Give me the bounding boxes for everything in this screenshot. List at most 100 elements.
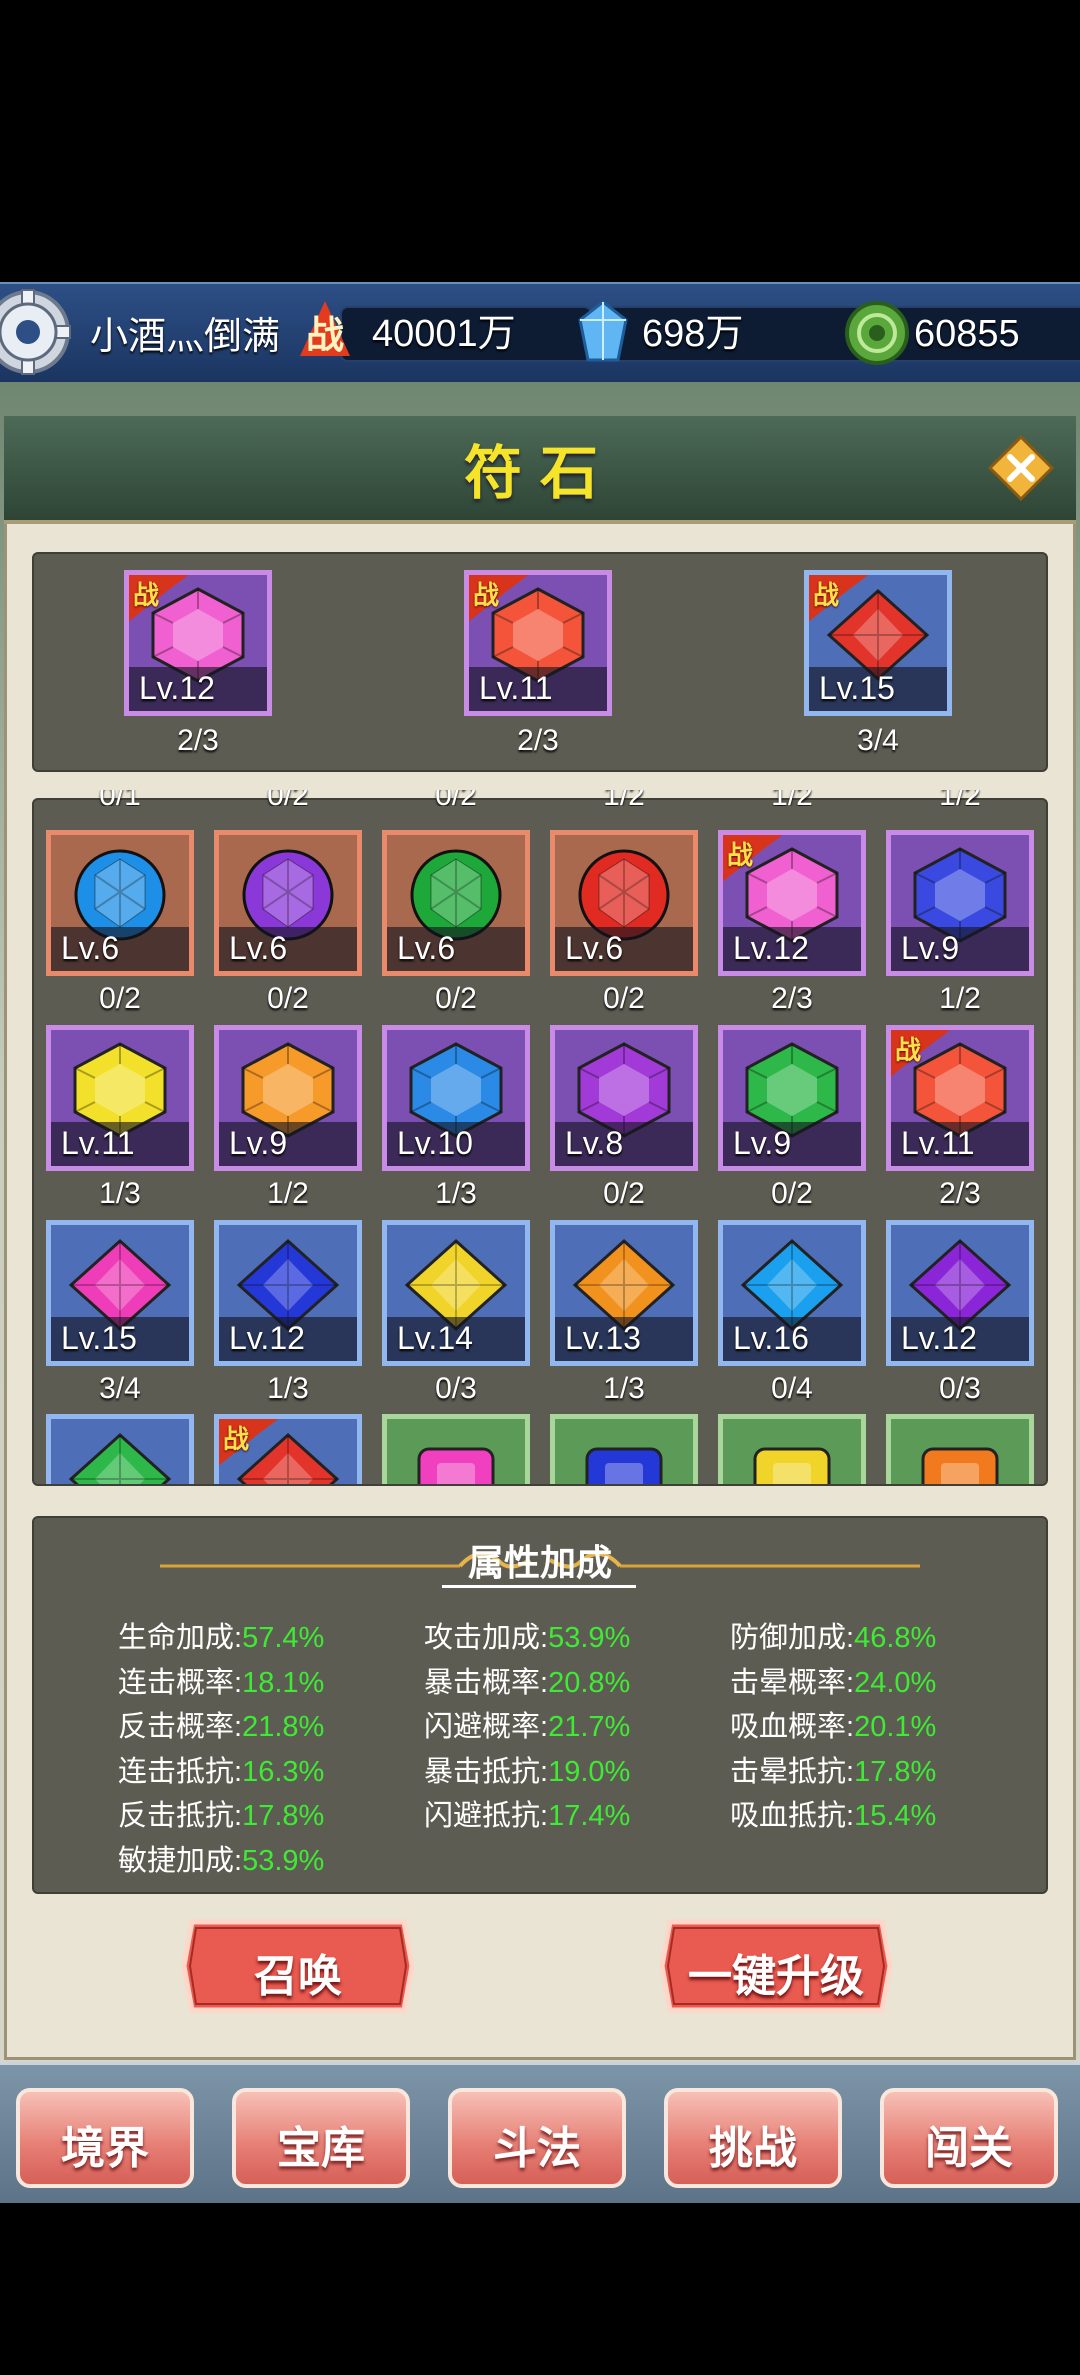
equipped-rune-slot[interactable]: Lv.12 战 [124,570,272,716]
attribute-item: 敏捷加成:53.9% [118,1837,324,1879]
rune-level: Lv.6 [565,930,624,966]
rune-slot[interactable]: Lv.15 [46,1220,194,1366]
rune-slot[interactable]: Lv.14 [382,1220,530,1366]
rune-level: Lv.9 [733,1125,792,1161]
rune-slot-partial[interactable] [46,1414,194,1484]
rune-slot[interactable]: Lv.11 战 [886,1025,1034,1171]
attribute-item: 闪避概率:21.7% [424,1703,630,1745]
rune-count-partial: 1/2 [886,790,1034,806]
rune-slot[interactable]: Lv.11 [46,1025,194,1171]
attribute-item: 攻击加成:53.9% [424,1614,630,1656]
rune-slot-partial[interactable]: 战 [214,1414,362,1484]
rune-count: 0/2 [603,1177,645,1210]
attribute-item: 连击概率:18.1% [118,1659,324,1701]
rune-count: 1/2 [267,1177,309,1210]
war-badge-icon: 战 [129,575,191,623]
rune-level: Lv.11 [479,670,553,706]
attribute-value: 20.1% [854,1711,937,1743]
war-badge-icon: 战 [809,575,871,623]
attribute-value: 15.4% [854,1800,937,1832]
rune-slot-partial[interactable] [382,1414,530,1484]
rune-count: 2/3 [771,982,813,1015]
equipped-rune-count: 2/3 [517,724,559,757]
rune-slot[interactable]: Lv.6 [382,830,530,976]
attribute-title-underline [442,1585,636,1588]
rune-slot[interactable]: Lv.6 [550,830,698,976]
rune-slot[interactable]: Lv.12 [886,1220,1034,1366]
rune-level: Lv.12 [229,1320,305,1356]
attribute-label: 防御加成: [730,1622,855,1654]
rune-gem-icon [753,1447,831,1484]
rune-count-partial: 1/2 [718,790,866,806]
rune-level: Lv.12 [901,1320,977,1356]
attribute-value: 21.7% [548,1711,631,1743]
attribute-title: 属性加成 [467,1542,612,1583]
rune-slot[interactable]: Lv.9 [886,830,1034,976]
rune-gem-icon [68,1432,172,1484]
rune-slot[interactable]: Lv.16 [718,1220,866,1366]
nav-label: 宝库 [277,2124,365,2173]
war-badge-icon: 战 [219,1419,281,1467]
attribute-item: 吸血概率:20.1% [730,1703,936,1745]
crystal-amount: 698万 [600,306,874,362]
rune-slot-partial[interactable] [886,1414,1034,1484]
attribute-item: 连击抵抗:16.3% [118,1748,324,1790]
attribute-label: 暴击概率: [424,1666,549,1699]
upgrade-all-button[interactable]: 一键升级 [660,1940,892,2004]
attribute-item: 防御加成:46.8% [730,1614,936,1656]
nav-label: 闯关 [925,2124,1013,2173]
rune-count: 0/2 [771,1177,813,1210]
battle-power-icon: 战 [300,301,350,357]
rune-slot[interactable]: Lv.13 [550,1220,698,1366]
rune-slot[interactable]: Lv.10 [382,1025,530,1171]
rune-slot[interactable]: Lv.6 [46,830,194,976]
rune-level: Lv.8 [565,1125,624,1161]
rune-slot[interactable]: Lv.6 [214,830,362,976]
attribute-value: 17.4% [548,1800,631,1832]
jade-coin-icon [845,301,909,365]
rune-slot-partial[interactable] [718,1414,866,1484]
attribute-label: 反击概率: [118,1711,243,1743]
rune-count: 0/4 [771,1372,813,1405]
attribute-value: 17.8% [854,1755,937,1788]
rune-slot-partial[interactable] [550,1414,698,1484]
nav-label: 挑战 [709,2124,797,2173]
attribute-value: 19.0% [548,1755,631,1788]
attribute-label: 击晕抵抗: [730,1755,855,1788]
rune-slot[interactable]: Lv.9 [718,1025,866,1171]
attribute-label: 吸血抵抗: [730,1800,855,1832]
rune-count: 1/2 [939,982,981,1015]
rune-slot[interactable]: Lv.9 [214,1025,362,1171]
attribute-label: 闪避抵抗: [424,1800,549,1832]
rune-count: 0/2 [267,982,309,1015]
close-icon[interactable] [988,435,1054,501]
attribute-value: 24.0% [854,1666,937,1699]
attribute-value: 46.8% [854,1622,937,1654]
attribute-value: 18.1% [242,1666,325,1699]
rune-gem-icon [417,1447,495,1484]
attribute-label: 吸血概率: [730,1711,855,1743]
crystal-icon [578,300,628,362]
rune-count: 1/3 [267,1372,309,1405]
rune-slot[interactable]: Lv.12 战 [718,830,866,976]
attribute-item: 反击抵抗:17.8% [118,1792,324,1834]
equipped-rune-count: 2/3 [177,724,219,757]
equipped-rune-slot[interactable]: Lv.11 战 [464,570,612,716]
rune-level: Lv.10 [397,1125,473,1161]
summon-button[interactable]: 召唤 [182,1940,414,2004]
equipped-rune-slot[interactable]: Lv.15 战 [804,570,952,716]
rune-count: 0/2 [603,982,645,1015]
rune-count-partial: 0/1 [46,790,194,806]
rune-slot[interactable]: Lv.8 [550,1025,698,1171]
combat-power-display: 40001万 [340,306,592,362]
rune-level: Lv.11 [901,1125,975,1161]
attribute-value: 53.9% [242,1844,325,1877]
rune-slot[interactable]: Lv.12 [214,1220,362,1366]
rune-level: Lv.6 [229,930,288,966]
rune-gem-icon [585,1447,663,1484]
rune-gem-icon [921,1447,999,1484]
rune-level: Lv.11 [61,1125,135,1161]
attribute-value: 53.9% [548,1622,631,1654]
settings-gear-icon[interactable] [0,288,78,376]
rune-level: Lv.9 [229,1125,288,1161]
